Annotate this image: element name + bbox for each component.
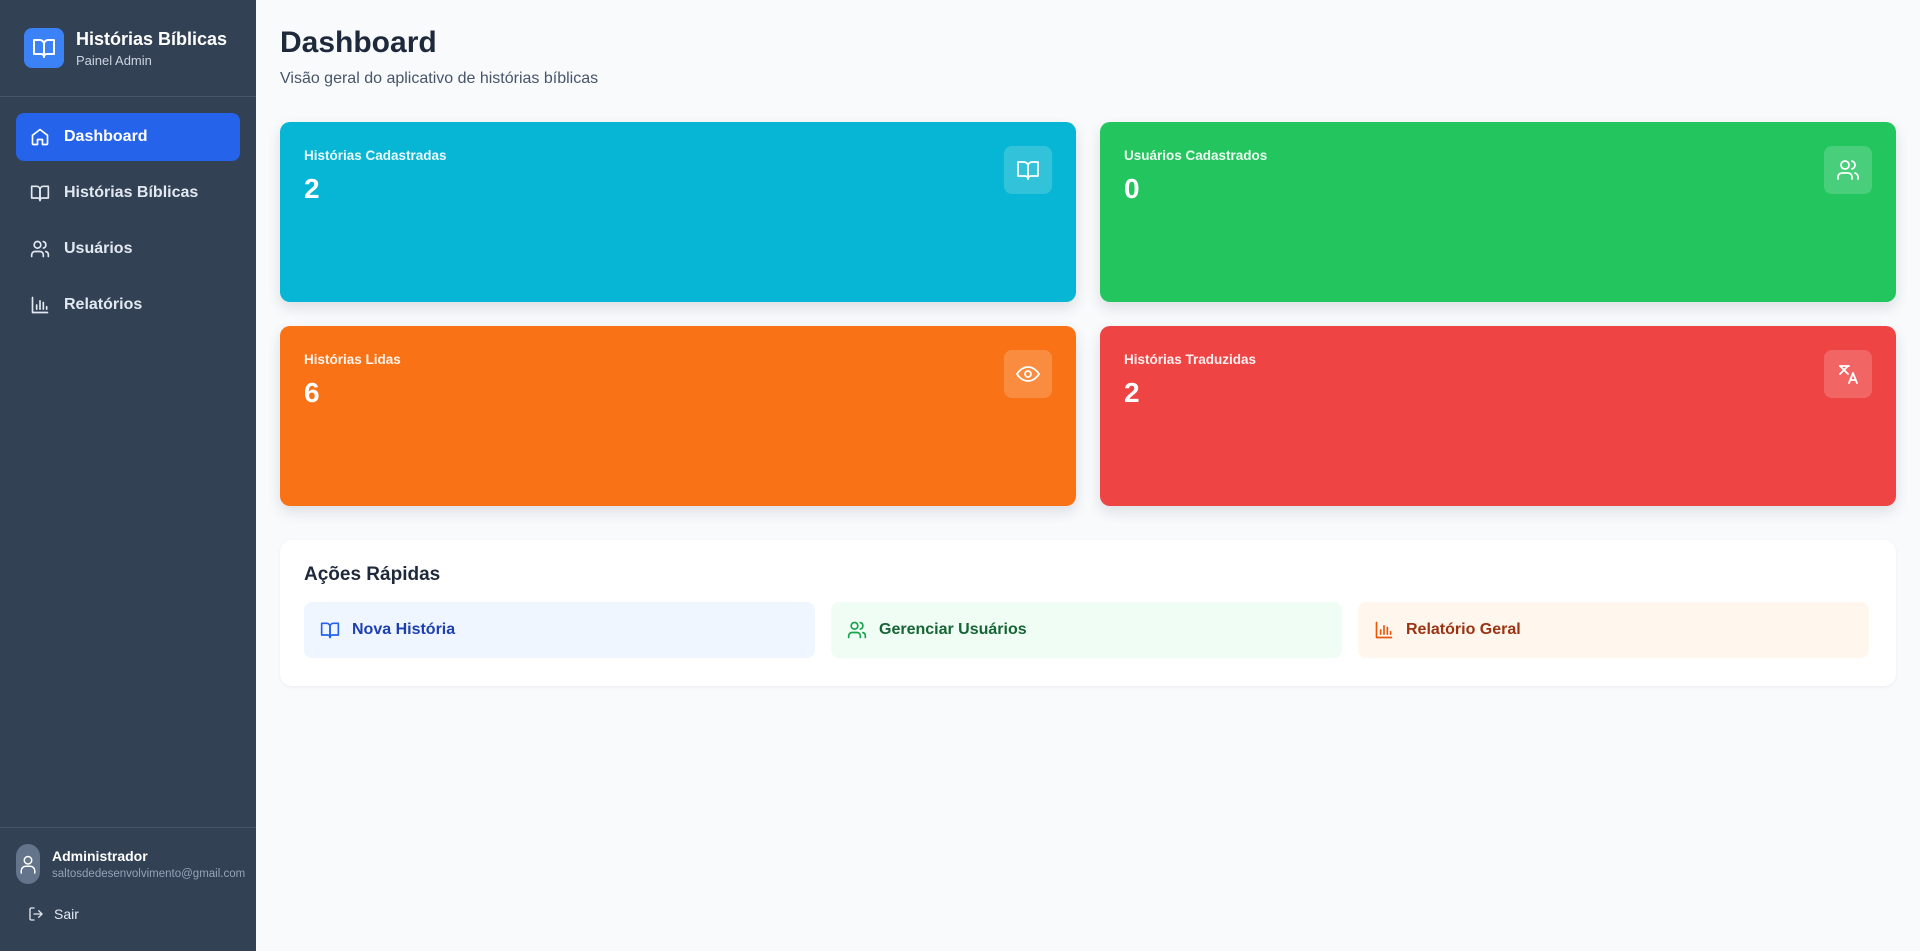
user-email: saltosdedesenvolvimento@gmail.com: [52, 868, 246, 880]
stats-cards: Histórias Cadastradas 2 Usuários Cadastr…: [280, 122, 1896, 506]
stat-label: Histórias Traduzidas: [1124, 352, 1257, 367]
sidebar-item-relatorios[interactable]: Relatórios: [16, 281, 240, 329]
stat-card-historias-traduzidas: Histórias Traduzidas 2: [1100, 326, 1896, 506]
stat-value: 0: [1124, 173, 1140, 204]
brand-title: Histórias Bíblicas: [76, 29, 228, 49]
sidebar-item-label: Relatórios: [64, 296, 143, 313]
sidebar: Histórias Bíblicas Painel Admin Dashboar…: [0, 0, 256, 951]
quick-action-label: Gerenciar Usuários: [879, 621, 1027, 638]
sidebar-item-label: Histórias Bíblicas: [64, 184, 199, 201]
sidebar-item-usuarios[interactable]: Usuários: [16, 225, 240, 273]
brand-subtitle: Painel Admin: [76, 53, 152, 68]
page-subtitle: Visão geral do aplicativo de histórias b…: [280, 70, 599, 87]
users-icon: [1824, 146, 1872, 194]
book-open-icon: [1004, 146, 1052, 194]
sidebar-item-label: Usuários: [64, 240, 133, 257]
logout-label: Sair: [54, 906, 79, 922]
user-name: Administrador: [52, 848, 148, 864]
new-story-button[interactable]: Nova História: [304, 602, 815, 658]
general-report-button[interactable]: Relatório Geral: [1358, 602, 1869, 658]
stat-label: Usuários Cadastrados: [1124, 148, 1268, 163]
user-info: Administrador saltosdedesenvolvimento@gm…: [16, 844, 256, 884]
logout-icon: [28, 906, 44, 922]
users-icon: [847, 620, 867, 640]
quick-actions-list: Nova História Gerenciar Usuários Relatór…: [304, 602, 1872, 658]
languages-icon: [1824, 350, 1872, 398]
stat-label: Histórias Lidas: [304, 352, 401, 367]
bar-chart-icon: [1374, 620, 1394, 640]
sidebar-item-label: Dashboard: [64, 128, 148, 145]
stat-value: 2: [304, 173, 320, 204]
bar-chart-icon: [30, 295, 50, 315]
stat-card-historias-lidas: Histórias Lidas 6: [280, 326, 1076, 506]
brand: Histórias Bíblicas Painel Admin: [0, 0, 256, 97]
book-open-icon: [30, 183, 50, 203]
stat-label: Histórias Cadastradas: [304, 148, 447, 163]
quick-action-label: Relatório Geral: [1406, 621, 1521, 638]
stat-value: 2: [1124, 377, 1140, 408]
quick-action-label: Nova História: [352, 621, 456, 638]
sidebar-footer: Administrador saltosdedesenvolvimento@gm…: [0, 827, 256, 951]
eye-icon: [1004, 350, 1052, 398]
home-icon: [30, 127, 50, 147]
book-open-icon: [320, 620, 340, 640]
avatar: [16, 844, 40, 884]
manage-users-button[interactable]: Gerenciar Usuários: [831, 602, 1342, 658]
logout-button[interactable]: Sair: [16, 906, 256, 922]
book-open-icon: [24, 28, 64, 68]
quick-actions-title: Ações Rápidas: [304, 564, 441, 585]
users-icon: [30, 239, 50, 259]
sidebar-item-historias[interactable]: Histórias Bíblicas: [16, 169, 240, 217]
sidebar-item-dashboard[interactable]: Dashboard: [16, 113, 240, 161]
page-title: Dashboard: [280, 26, 437, 59]
main-content: Dashboard Visão geral do aplicativo de h…: [256, 0, 1920, 951]
quick-actions-panel: Ações Rápidas Nova História Gerenciar Us…: [280, 540, 1896, 686]
stat-value: 6: [304, 377, 320, 408]
stat-card-usuarios-cadastrados: Usuários Cadastrados 0: [1100, 122, 1896, 302]
sidebar-nav: Dashboard Histórias Bíblicas Usuários Re…: [0, 97, 256, 329]
stat-card-historias-cadastradas: Histórias Cadastradas 2: [280, 122, 1076, 302]
